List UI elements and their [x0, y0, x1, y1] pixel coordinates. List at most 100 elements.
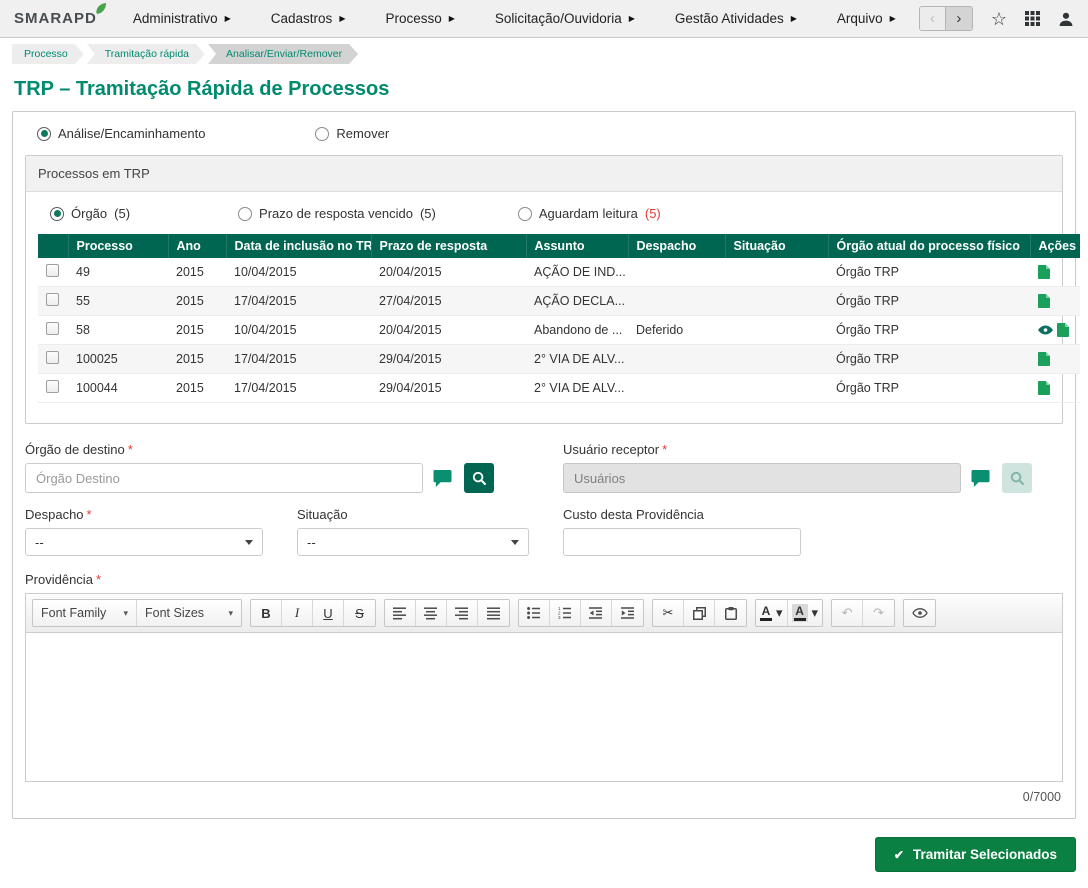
cell-processo: 55	[68, 286, 168, 316]
header-prazo-resposta: Prazo de resposta	[371, 234, 527, 258]
cell-assunto: AÇÃO DECLA...	[526, 286, 628, 316]
destination-row: Órgão de destino* Usuário receptor*	[25, 442, 1063, 493]
radio-analise-encaminhamento[interactable]: Análise/Encaminhamento	[37, 126, 205, 141]
document-icon[interactable]	[1038, 381, 1050, 395]
cell-assunto: AÇÃO DE IND...	[526, 258, 628, 287]
row-checkbox[interactable]	[46, 293, 59, 306]
breadcrumb-tramitacao-rapida[interactable]: Tramitação rápida	[87, 44, 205, 64]
cell-ano: 2015	[168, 286, 226, 316]
background-color-button[interactable]: A ▾	[788, 600, 823, 626]
despacho-select[interactable]: --	[25, 528, 263, 556]
situacao-select[interactable]: --	[297, 528, 529, 556]
page-title: TRP – Tramitação Rápida de Processos	[14, 78, 390, 100]
chevron-down-icon: ▾	[776, 605, 783, 620]
text-color-button[interactable]: A ▾	[756, 600, 788, 626]
providencia-rich-text-editor: Font Family ▾ Font Sizes ▾ B I U S 1 2 3…	[25, 593, 1063, 782]
custo-input[interactable]	[563, 528, 801, 556]
breadcrumb-processo[interactable]: Processo	[12, 44, 84, 64]
table-row: 49 2015 10/04/2015 20/04/2015 AÇÃO DE IN…	[38, 258, 1080, 287]
apps-grid-icon[interactable]	[1025, 11, 1040, 26]
align-right-icon[interactable]	[447, 600, 478, 626]
cell-inclusao: 17/04/2015	[226, 286, 371, 316]
cell-orgao: Órgão TRP	[828, 286, 1030, 316]
menu-gestao-atividades[interactable]: Gestão Atividades ▶	[675, 11, 797, 26]
tramitar-selecionados-button[interactable]: ✔ Tramitar Selecionados	[874, 837, 1076, 872]
required-asterisk: *	[127, 442, 133, 457]
strikethrough-button[interactable]: S	[344, 600, 375, 626]
comment-bubble-icon[interactable]	[433, 469, 452, 487]
menu-label: Gestão Atividades	[674, 11, 784, 26]
numbered-list-icon[interactable]: 123	[550, 600, 581, 626]
submit-label: Tramitar Selecionados	[912, 847, 1057, 862]
label-text: Despacho	[25, 507, 84, 522]
copy-icon[interactable]	[684, 600, 715, 626]
table-row: 100044 2015 17/04/2015 29/04/2015 2° VIA…	[38, 373, 1080, 403]
clipboard-group: ✂	[652, 599, 747, 627]
align-justify-icon[interactable]	[478, 600, 509, 626]
preview-eye-icon[interactable]	[904, 600, 935, 626]
orgao-destino-search-button[interactable]	[464, 463, 494, 493]
outdent-icon[interactable]	[581, 600, 612, 626]
cell-inclusao: 17/04/2015	[226, 344, 371, 374]
radio-remover[interactable]: Remover	[315, 126, 389, 141]
redo-icon[interactable]: ↷	[863, 600, 894, 626]
app-logo[interactable]: SMARAPD	[14, 3, 106, 27]
row-checkbox[interactable]	[46, 380, 59, 393]
filter-prazo-resposta-vencido[interactable]: Prazo de resposta vencido (5)	[238, 206, 436, 221]
filter-orgao[interactable]: Órgão (5)	[50, 206, 130, 221]
document-icon[interactable]	[1038, 294, 1050, 308]
paste-icon[interactable]	[715, 600, 746, 626]
user-profile-icon[interactable]	[1058, 11, 1074, 27]
italic-button[interactable]: I	[282, 600, 313, 626]
row-checkbox[interactable]	[46, 264, 59, 277]
cell-inclusao: 10/04/2015	[226, 315, 371, 345]
mode-radio-group: Análise/Encaminhamento Remover	[25, 126, 1063, 141]
providencia-text-area[interactable]	[26, 633, 1062, 781]
radio-button-checked	[50, 206, 64, 221]
color-bar	[793, 618, 806, 621]
breadcrumb-analisar-enviar-remover[interactable]: Analisar/Enviar/Remover	[208, 44, 358, 64]
caret-right-icon: ▶	[790, 13, 797, 23]
align-center-icon[interactable]	[416, 600, 447, 626]
bold-button[interactable]: B	[251, 600, 282, 626]
history-forward-button[interactable]: ›	[945, 7, 972, 30]
header-processo: Processo	[68, 234, 169, 258]
menu-administrativo[interactable]: Administrativo ▶	[133, 11, 231, 26]
document-icon[interactable]	[1038, 265, 1050, 279]
font-sizes-select[interactable]: Font Sizes ▾	[137, 600, 241, 626]
view-eye-icon[interactable]	[1038, 325, 1053, 335]
filter-aguardam-leitura[interactable]: Aguardam leitura (5)	[517, 206, 661, 221]
document-icon[interactable]	[1057, 323, 1069, 337]
filter-count: (5)	[419, 206, 436, 221]
menu-solicitacao-ouvidoria[interactable]: Solicitação/Ouvidoria ▶	[495, 11, 635, 26]
document-icon[interactable]	[1038, 352, 1050, 366]
font-family-select[interactable]: Font Family ▾	[33, 600, 137, 626]
cell-orgao: Órgão TRP	[828, 373, 1030, 403]
cut-icon[interactable]: ✂	[653, 600, 684, 626]
history-back-button[interactable]: ‹	[919, 7, 946, 30]
breadcrumb: Processo Tramitação rápida Analisar/Envi…	[0, 38, 1088, 70]
favorite-star-icon[interactable]: ☆	[991, 10, 1007, 28]
undo-icon[interactable]: ↶	[832, 600, 864, 626]
row-checkbox[interactable]	[46, 322, 59, 335]
orgao-destino-input[interactable]	[25, 463, 423, 493]
underline-button[interactable]: U	[313, 600, 344, 626]
bullet-list-icon[interactable]	[519, 600, 550, 626]
indent-icon[interactable]	[612, 600, 643, 626]
cell-inclusao: 10/04/2015	[226, 258, 371, 287]
menu-arquivo[interactable]: Arquivo ▶	[837, 11, 896, 26]
menu-label: Solicitação/Ouvidoria	[494, 11, 622, 26]
menu-label: Arquivo	[836, 11, 883, 26]
menu-processo[interactable]: Processo ▶	[385, 11, 454, 26]
cell-situacao	[725, 344, 828, 374]
cell-prazo: 20/04/2015	[371, 315, 526, 345]
menu-label: Cadastros	[270, 11, 333, 26]
cell-processo: 58	[68, 315, 168, 345]
caret-right-icon: ▶	[448, 13, 455, 23]
row-checkbox[interactable]	[46, 351, 59, 364]
comment-bubble-icon[interactable]	[971, 469, 990, 487]
menu-cadastros[interactable]: Cadastros ▶	[271, 11, 346, 26]
table-row: 55 2015 17/04/2015 27/04/2015 AÇÃO DECLA…	[38, 286, 1080, 316]
align-left-icon[interactable]	[385, 600, 416, 626]
custo-group: Custo desta Providência	[563, 507, 801, 556]
